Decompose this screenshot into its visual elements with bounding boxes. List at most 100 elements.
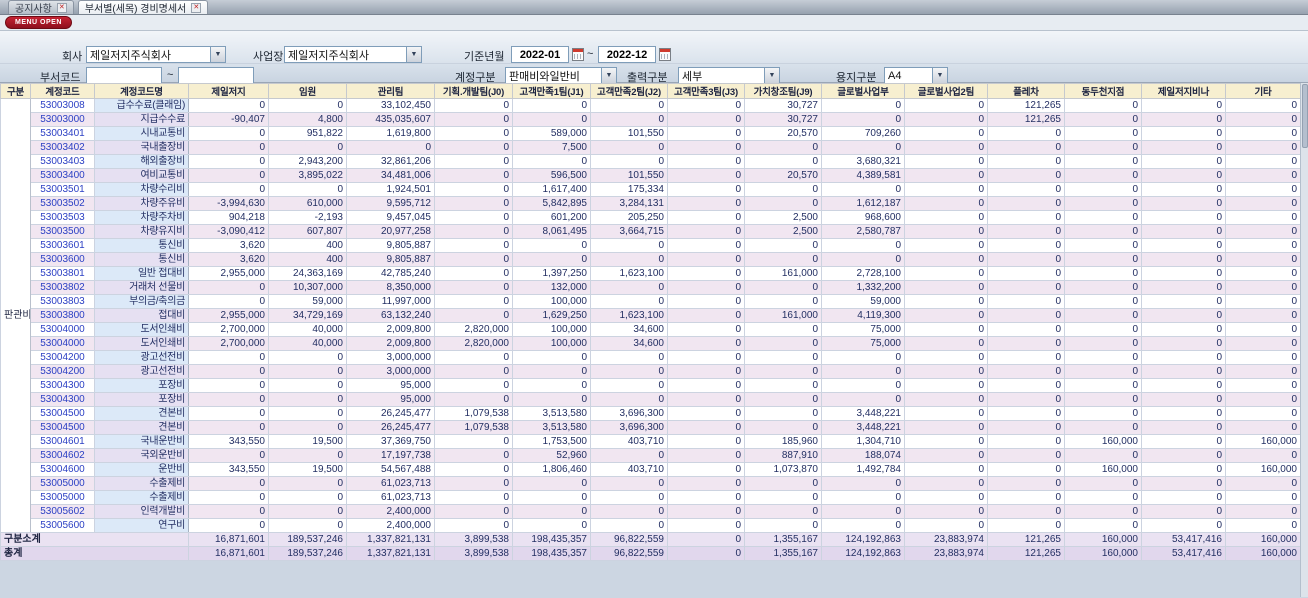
value-cell: 0	[987, 378, 1065, 393]
value-cell: 0	[987, 294, 1065, 309]
table-row[interactable]: 53004200 광고선전비 0 0 3,000,000 0 0 0 0 0 0 0 0 0 0 0	[1, 350, 1301, 365]
table-row[interactable]: 53003503 차량주차비 904,218 -2,193 9,457,045 0 601,…	[1, 210, 1301, 225]
value-cell: 0	[667, 266, 745, 281]
dept-code-from-input[interactable]	[86, 67, 162, 84]
table-row[interactable]: 53003502 차량주유비 -3,994,630 610,000 9,595,712 0…	[1, 196, 1301, 211]
value-cell: 1,397,250	[512, 266, 591, 281]
table-row[interactable]: 53003802 거래처 선물비 0 10,307,000 8,350,000 0 132,…	[1, 280, 1301, 295]
value-cell: 3,448,221	[821, 420, 905, 435]
value-cell: 0	[904, 98, 988, 113]
scrollbar-thumb[interactable]	[1302, 84, 1308, 148]
table-row[interactable]: 53003601 통신비 3,620 400 9,805,887 0 0 0 0 0 0 0 0 0 0 0	[1, 238, 1301, 253]
value-cell: 175,334	[590, 182, 668, 197]
menu-open-button[interactable]: MENU OPEN	[5, 16, 72, 29]
table-row[interactable]: 53003400 여비교통비 0 3,895,022 34,481,006 0 596,50…	[1, 168, 1301, 183]
value-cell: 610,000	[268, 196, 347, 211]
close-icon[interactable]: ✕	[56, 2, 67, 13]
value-cell: 16,871,601	[188, 532, 269, 547]
paper-type-value: A4	[888, 69, 902, 82]
table-row[interactable]: 53004000 도서인쇄비 2,700,000 40,000 2,009,800 2,8…	[1, 336, 1301, 351]
table-row[interactable]: 53003801 일반 접대비 2,955,000 24,363,169 42,785,…	[1, 266, 1301, 281]
dept-code-to-input[interactable]	[178, 67, 254, 84]
account-name-cell: 연구비	[94, 518, 189, 533]
calendar-icon[interactable]	[572, 48, 584, 61]
account-type-value: 판매비와일반비	[509, 70, 580, 83]
vertical-scrollbar[interactable]	[1300, 83, 1308, 597]
value-cell: 0	[744, 280, 822, 295]
table-row[interactable]: 53004000 도서인쇄비 2,700,000 40,000 2,009,800 2,8…	[1, 322, 1301, 337]
value-cell: 20,977,258	[346, 224, 435, 239]
table-row[interactable]: 53003000 지급수수료 -90,407 4,800 435,035,607 0 0 0 0…	[1, 112, 1301, 127]
value-cell: 0	[1064, 168, 1142, 183]
output-type-select[interactable]: 세부 ▼	[678, 67, 780, 84]
table-row[interactable]: 판관비 53003008 급수수료(클래임) 0 0 33,102,450 0 0 0 0 30,7…	[0, 98, 1301, 533]
table-row[interactable]: 53003401 시내교통비 0 951,822 1,619,800 0 589,000 10…	[1, 126, 1301, 141]
value-cell: 30,727	[744, 112, 822, 127]
period-from-input[interactable]	[511, 46, 569, 63]
account-type-select[interactable]: 판매비와일반비 ▼	[505, 67, 617, 84]
value-cell: 3,284,131	[590, 196, 668, 211]
table-row[interactable]: 53003800 접대비 2,955,000 34,729,169 63,132,240…	[1, 308, 1301, 323]
table-row[interactable]: 53005602 인력개발비 0 0 2,400,000 0 0 0 0 0 0 0 0 0 0 0	[1, 504, 1301, 519]
value-cell: 59,000	[821, 294, 905, 309]
table-row[interactable]: 53003500 차량유지비 -3,090,412 607,807 20,977,258…	[1, 224, 1301, 239]
value-cell: 1,079,538	[434, 420, 513, 435]
chevron-down-icon: ▼	[601, 68, 616, 83]
table-row[interactable]: 53004200 광고선전비 0 0 3,000,000 0 0 0 0 0 0 0 0 0 0 0	[1, 364, 1301, 379]
table-row[interactable]: 53003600 통신비 3,620 400 9,805,887 0 0 0 0 0 0 0 0 0 0 0	[1, 252, 1301, 267]
table-row[interactable]: 53004602 국외운반비 0 0 17,197,738 0 52,960 0 0 887,91…	[1, 448, 1301, 463]
value-cell: 3,664,715	[590, 224, 668, 239]
paper-type-select[interactable]: A4 ▼	[884, 67, 948, 84]
value-cell: 0	[987, 196, 1065, 211]
table-row[interactable]: 53003402 국내출장비 0 0 0 0 7,500 0 0 0 0 0 0 0 0 0	[1, 140, 1301, 155]
table-row[interactable]: 53003501 차량수리비 0 0 1,924,501 0 1,617,400 175,33…	[1, 182, 1301, 197]
table-row[interactable]: 53004601 국내운반비 343,550 19,500 37,369,750 0 1,7…	[1, 434, 1301, 449]
value-cell: 0	[1225, 224, 1301, 239]
value-cell: 0	[434, 434, 513, 449]
value-cell: 95,000	[346, 378, 435, 393]
company-select[interactable]: 제일저지주식회사 ▼	[86, 46, 226, 63]
value-cell: 0	[904, 364, 988, 379]
value-cell: 75,000	[821, 322, 905, 337]
value-cell: 0	[434, 392, 513, 407]
value-cell: 0	[512, 364, 591, 379]
calendar-icon[interactable]	[659, 48, 671, 61]
tab-expense-report[interactable]: 부서별(세목) 경비명세서 ✕	[77, 0, 209, 15]
table-row[interactable]: 53005000 수출제비 0 0 61,023,713 0 0 0 0 0 0 0 0 0 0 0	[1, 490, 1301, 505]
site-select[interactable]: 제일저지주식회사 ▼	[284, 46, 422, 63]
account-code-cell: 53004500	[30, 406, 95, 421]
table-row[interactable]: 53003403 해외출장비 0 2,943,200 32,861,206 0 0 0 0 0 3,…	[1, 154, 1301, 169]
table-row[interactable]: 53004300 포장비 0 0 95,000 0 0 0 0 0 0 0 0 0 0 0	[1, 378, 1301, 393]
account-code-cell: 53003803	[30, 294, 95, 309]
value-cell: 0	[904, 504, 988, 519]
value-cell: 0	[744, 182, 822, 197]
table-row[interactable]: 53004600 운반비 343,550 19,500 54,567,488 0 1,806…	[1, 462, 1301, 477]
value-cell: 0	[904, 126, 988, 141]
period-to-input[interactable]	[598, 46, 656, 63]
table-row[interactable]: 53004500 견본비 0 0 26,245,477 1,079,538 3,513,58…	[1, 420, 1301, 435]
value-cell: 601,200	[512, 210, 591, 225]
value-cell: 0	[1225, 448, 1301, 463]
account-code-cell: 53003502	[30, 196, 95, 211]
value-cell: 0	[1141, 280, 1226, 295]
table-row[interactable]: 53004300 포장비 0 0 95,000 0 0 0 0 0 0 0 0 0 0 0	[1, 392, 1301, 407]
close-icon[interactable]: ✕	[191, 2, 202, 13]
value-cell: 0	[590, 294, 668, 309]
value-cell: 198,435,357	[512, 532, 591, 547]
table-row[interactable]: 53005600 연구비 0 0 2,400,000 0 0 0 0 0 0 0 0 0 0 0	[1, 518, 1301, 533]
value-cell: 0	[434, 308, 513, 323]
value-cell: 0	[512, 476, 591, 491]
account-name-cell: 지급수수료	[94, 112, 189, 127]
value-cell: 4,389,581	[821, 168, 905, 183]
period-label: 기준년월	[464, 51, 505, 63]
value-cell: 0	[1064, 420, 1142, 435]
table-row[interactable]: 53004500 견본비 0 0 26,245,477 1,079,538 3,513,58…	[1, 406, 1301, 421]
table-row[interactable]: 53003803 부의금/축의금 0 59,000 11,997,000 0 100,000…	[1, 294, 1301, 309]
tab-notice[interactable]: 공지사항 ✕	[8, 0, 74, 15]
column-header: 고객만족2팀(J2)	[590, 83, 668, 99]
table-row[interactable]: 53005000 수출제비 0 0 61,023,713 0 0 0 0 0 0 0 0 0 0 0	[1, 476, 1301, 491]
site-label: 사업장	[253, 51, 284, 63]
value-cell: 0	[744, 378, 822, 393]
value-cell: 0	[987, 182, 1065, 197]
value-cell: 0	[667, 336, 745, 351]
